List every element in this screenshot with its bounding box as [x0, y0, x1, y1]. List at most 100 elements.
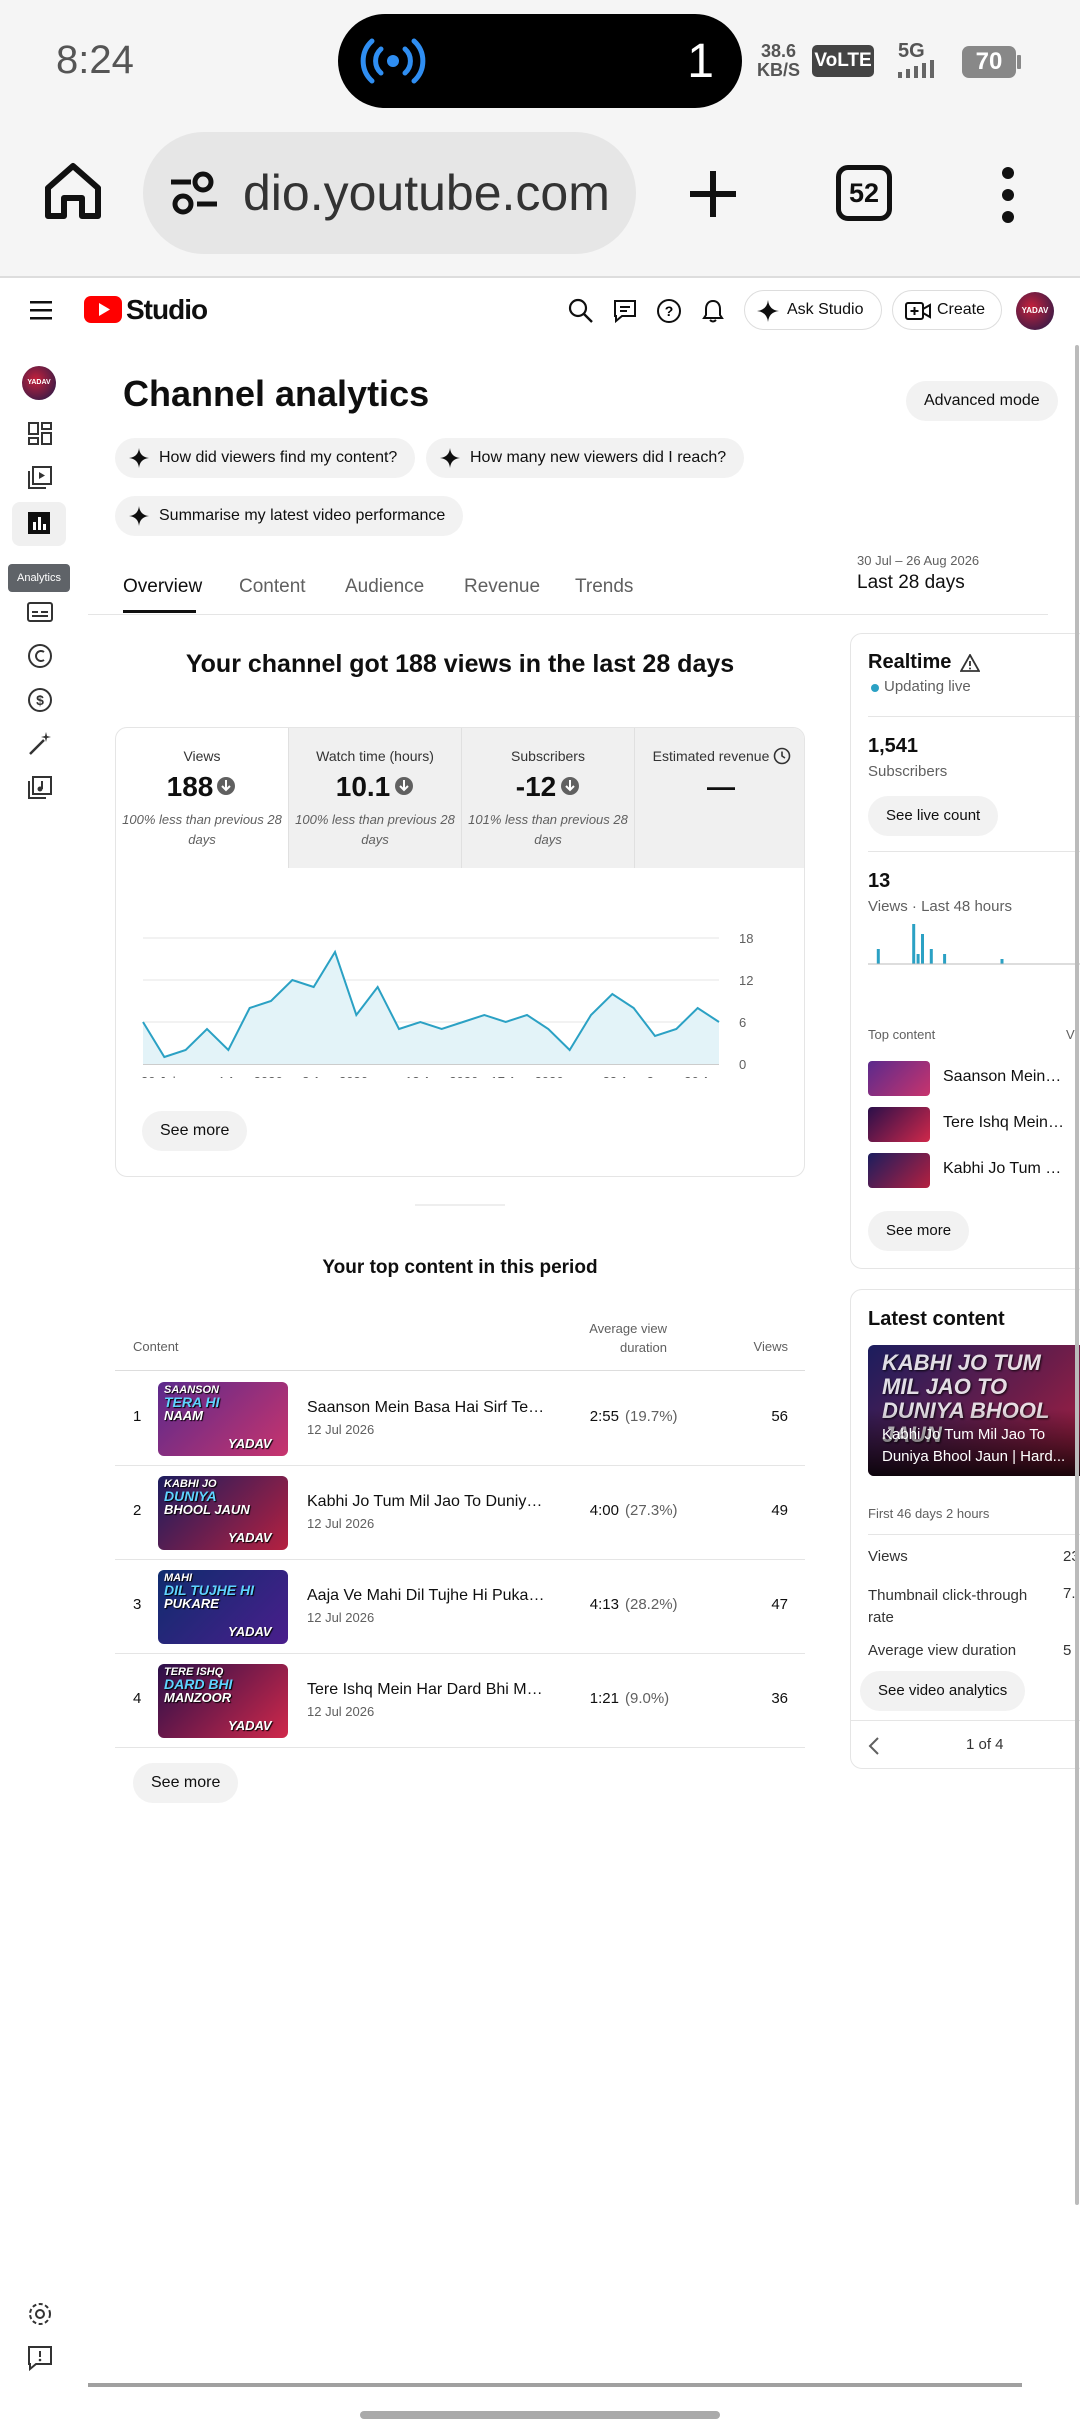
- latest-video-caption: Kabhi Jo Tum Mil Jao To Duniya Bhool Jau…: [882, 1426, 1066, 1465]
- see-live-count-button[interactable]: See live count: [868, 796, 999, 836]
- row-date: 12 Jul 2026: [307, 1516, 375, 1531]
- broadcast-icon: [360, 38, 426, 84]
- realtime-content-item[interactable]: Tere Ishq Mein ...: [868, 1107, 1080, 1143]
- ask-studio-button[interactable]: Ask Studio: [744, 290, 882, 330]
- table-row[interactable]: 1 SAANSON TERA HI NAAM YADAV Saanson Mein …: [115, 1372, 805, 1466]
- earn-icon[interactable]: $: [26, 686, 54, 714]
- warning-icon[interactable]: [960, 654, 980, 672]
- send-feedback-icon[interactable]: [26, 2344, 54, 2372]
- feedback-icon[interactable]: [612, 298, 638, 324]
- see-more-button[interactable]: See more: [142, 1111, 248, 1151]
- realtime-content-item[interactable]: Kabhi Jo Tum M...: [868, 1153, 1080, 1189]
- video-thumbnail[interactable]: MAHI DIL TUJHE HI PUKARE YADAV: [158, 1570, 288, 1644]
- customization-icon[interactable]: [26, 730, 54, 758]
- row-title[interactable]: Saanson Mein Basa Hai Sirf Tera ...: [307, 1399, 547, 1417]
- metric-label: Views: [183, 748, 221, 764]
- video-thumbnail[interactable]: KABHI JO DUNIYA BHOOL JAUN YADAV: [158, 1476, 288, 1550]
- horizontal-scrollbar[interactable]: [88, 2383, 1022, 2387]
- tab-content[interactable]: Content: [239, 576, 306, 598]
- chevron-left-icon[interactable]: [867, 1736, 881, 1756]
- metric-note: 100% less than previous 28 days: [122, 812, 282, 847]
- realtime-bar: [876, 949, 880, 964]
- realtime-card: Realtime Updating live 1,541 Subscribers…: [850, 633, 1080, 1269]
- metric-watch-time[interactable]: Watch time (hours) 10.1 100% less than p…: [289, 728, 461, 868]
- realtime-content-item[interactable]: Saanson Mein B...: [868, 1061, 1080, 1097]
- settings-icon[interactable]: [26, 2300, 54, 2328]
- metric-note: 100% less than previous 28 days: [295, 812, 455, 847]
- home-icon[interactable]: [42, 160, 104, 222]
- col-content: Content: [133, 1339, 179, 1354]
- latest-video-thumbnail[interactable]: KABHI JO TUM MIL JAO TO DUNIYA BHOOL JAU…: [868, 1345, 1080, 1476]
- item-title: Saanson Mein B...: [943, 1068, 1065, 1085]
- metric-value: 10.1: [335, 771, 391, 802]
- page-title: Channel analytics: [123, 373, 430, 414]
- metric-note: 101% less than previous 28 days: [468, 812, 628, 847]
- tab-trends[interactable]: Trends: [575, 576, 633, 598]
- analytics-icon: [28, 512, 50, 534]
- content-icon[interactable]: [26, 464, 54, 492]
- metric-subscribers[interactable]: Subscribers -12 101% less than previous …: [462, 728, 634, 868]
- x-tick-label: 22 Aug 2...: [603, 1074, 665, 1078]
- table-row[interactable]: 4 TERE ISHQ DARD BHI MANZOOR YADAV Tere Is…: [115, 1654, 805, 1748]
- battery-tip: [1017, 55, 1021, 69]
- notifications-icon[interactable]: [700, 298, 726, 324]
- tab-revenue[interactable]: Revenue: [464, 576, 540, 598]
- search-icon[interactable]: [568, 298, 594, 324]
- notification-count: 1: [687, 35, 714, 88]
- video-thumbnail[interactable]: TERE ISHQ DARD BHI MANZOOR YADAV: [158, 1664, 288, 1738]
- latest-stat-value: 7.: [1063, 1585, 1076, 1602]
- see-more-top-content-button[interactable]: See more: [133, 1763, 239, 1803]
- x-tick-label: 30 Jul...: [141, 1074, 187, 1078]
- sparkle-icon: [757, 300, 779, 322]
- active-tab-indicator: [123, 610, 196, 613]
- realtime-see-more-button[interactable]: See more: [868, 1211, 970, 1251]
- site-settings-icon[interactable]: [169, 170, 219, 216]
- see-video-analytics-button[interactable]: See video analytics: [860, 1671, 1026, 1711]
- chip-summary[interactable]: Summarise my latest video performance: [115, 496, 464, 536]
- video-thumbnail[interactable]: SAANSON TERA HI NAAM YADAV: [158, 1382, 288, 1456]
- row-avg-duration: 1:21: [589, 1690, 619, 1707]
- url-bar[interactable]: dio.youtube.com: [143, 132, 636, 254]
- table-row[interactable]: 3 MAHI DIL TUJHE HI PUKARE YADAV Aaja Ve M…: [115, 1560, 805, 1654]
- tab-overview[interactable]: Overview: [123, 576, 202, 598]
- metric-views[interactable]: Views 188 100% less than previous 28 day…: [116, 728, 288, 868]
- status-time: 8:24: [56, 38, 134, 82]
- date-range-label[interactable]: Last 28 days: [857, 572, 965, 594]
- sidebar-item-analytics[interactable]: [12, 502, 66, 546]
- chip-new-viewers[interactable]: How many new viewers did I reach?: [426, 438, 745, 478]
- thumb-brand: YADAV: [228, 1530, 272, 1545]
- copyright-icon[interactable]: [26, 642, 54, 670]
- account-avatar[interactable]: YADAV: [1016, 292, 1054, 330]
- row-title[interactable]: Tere Ishq Mein Har Dard Bhi Man...: [307, 1681, 547, 1699]
- row-rank: 3: [133, 1596, 142, 1613]
- row-date: 12 Jul 2026: [307, 1422, 375, 1437]
- row-title[interactable]: Kabhi Jo Tum Mil Jao To Duniya ...: [307, 1493, 547, 1511]
- table-row[interactable]: 2 KABHI JO DUNIYA BHOOL JAUN YADAV Kabhi J…: [115, 1466, 805, 1560]
- top-content-label: Top content: [868, 1027, 936, 1042]
- metric-revenue[interactable]: Estimated revenue —: [635, 728, 804, 868]
- audio-library-icon[interactable]: [26, 774, 54, 802]
- dynamic-island[interactable]: 1: [338, 14, 742, 108]
- arrow-down-icon: [561, 777, 579, 795]
- page-scrollbar[interactable]: [1075, 345, 1079, 2205]
- metric-value: —: [707, 771, 735, 802]
- gesture-bar[interactable]: [360, 2411, 720, 2419]
- top-content-title: Your top content in this period: [322, 1257, 598, 1278]
- x-tick-label: 13 Aug 2026: [405, 1074, 478, 1078]
- channel-avatar[interactable]: YADAV: [22, 366, 56, 400]
- subtitles-icon[interactable]: [26, 598, 54, 626]
- more-options-icon[interactable]: [996, 165, 1020, 225]
- help-icon[interactable]: ?: [656, 298, 682, 324]
- row-avg-duration: 4:00: [589, 1502, 619, 1519]
- new-tab-icon[interactable]: [686, 167, 740, 221]
- realtime-bar: [916, 954, 920, 964]
- latest-content-title: Latest content: [868, 1308, 1005, 1330]
- menu-icon[interactable]: [30, 300, 52, 320]
- row-title[interactable]: Aaja Ve Mahi Dil Tujhe Hi Pukare ...: [307, 1587, 547, 1605]
- create-button[interactable]: Create: [892, 290, 1002, 330]
- dashboard-icon[interactable]: [26, 420, 54, 448]
- tab-audience[interactable]: Audience: [345, 576, 424, 598]
- advanced-mode-button[interactable]: Advanced mode: [906, 381, 1058, 421]
- tab-switcher-button[interactable]: 52: [836, 165, 892, 221]
- chip-traffic[interactable]: How did viewers find my content?: [115, 438, 416, 478]
